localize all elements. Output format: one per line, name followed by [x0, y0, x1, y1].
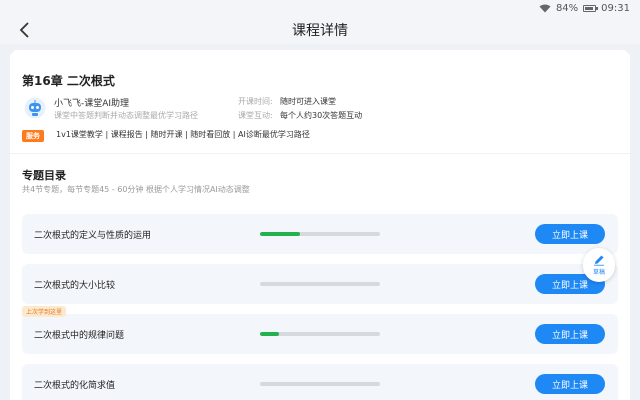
assistant-name: 小飞飞-课堂AI助理 — [54, 99, 130, 109]
wifi-icon — [539, 4, 551, 12]
section-subtitle: 共4节专题，每节专题45 - 60分钟 根据个人学习情况AI动态调整 — [22, 185, 250, 194]
nav-bar: 课程详情 — [0, 16, 640, 44]
progress-fill — [260, 332, 280, 336]
draft-label: 草稿 — [592, 269, 605, 276]
interaction-label: 课堂互动: — [238, 111, 273, 120]
battery-icon — [583, 4, 599, 12]
pencil-icon — [594, 255, 604, 266]
draft-button[interactable]: 草稿 — [583, 248, 615, 282]
topic-row[interactable]: 二次根式的定义与性质的运用 立即上课 — [22, 214, 618, 254]
start-time-label: 开课时间: — [238, 97, 273, 106]
assistant-description: 课堂中答题判断并动态调整最优学习路径 — [54, 111, 198, 120]
status-bar: 84% 09:31 — [0, 0, 640, 16]
topic-row[interactable]: 二次根式的化简求值 立即上课 — [22, 364, 618, 400]
topic-name: 二次根式的大小比较 — [34, 281, 116, 291]
start-class-button[interactable]: 立即上课 — [535, 224, 605, 244]
topic-row[interactable]: 上次学到这里 二次根式中的规律问题 立即上课 — [22, 306, 618, 354]
progress-bar — [260, 282, 380, 286]
service-features: 1v1课堂教学 | 课程报告 | 随时开课 | 随时看回放 | AI诊断最优学习… — [56, 130, 310, 139]
progress-bar — [260, 382, 380, 386]
interaction-value: 每个人约30次答题互动 — [280, 111, 363, 120]
clock: 09:31 — [601, 2, 630, 14]
back-button[interactable] — [14, 19, 36, 41]
service-badge: 服务 — [22, 130, 44, 142]
topic-row[interactable]: 二次根式的大小比较 立即上课 — [22, 264, 618, 304]
topic-name: 二次根式的定义与性质的运用 — [34, 231, 152, 241]
topic-name: 二次根式的化简求值 — [34, 381, 116, 391]
start-class-button[interactable]: 立即上课 — [535, 324, 605, 344]
progress-fill — [260, 232, 300, 236]
ai-assistant-avatar — [24, 97, 46, 119]
section-title: 专题目录 — [22, 169, 66, 182]
divider — [10, 153, 630, 154]
chevron-left-icon — [19, 22, 29, 38]
chapter-title: 第16章 二次根式 — [22, 74, 115, 88]
course-card: 第16章 二次根式 小飞飞-课堂AI助理 课堂中答题判断并动态调整最优学习路径 … — [10, 50, 630, 400]
start-class-button[interactable]: 立即上课 — [535, 374, 605, 394]
progress-bar — [260, 332, 380, 336]
last-learned-badge: 上次学到这里 — [22, 306, 67, 317]
start-time-value: 随时可进入课堂 — [280, 97, 336, 106]
progress-bar — [260, 232, 380, 236]
topic-name: 二次根式中的规律问题 — [34, 331, 125, 341]
page-title: 课程详情 — [292, 23, 348, 39]
battery-percent: 84% — [555, 2, 579, 14]
